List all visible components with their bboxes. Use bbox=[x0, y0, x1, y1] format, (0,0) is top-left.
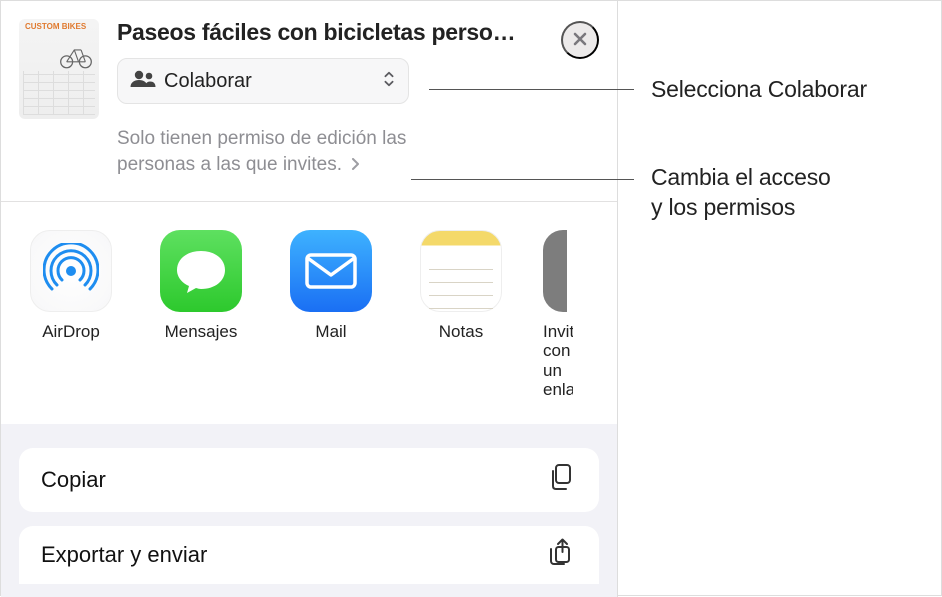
app-label: AirDrop bbox=[23, 322, 119, 342]
collaborate-dropdown[interactable]: Colaborar bbox=[117, 58, 409, 104]
app-label: Notas bbox=[413, 322, 509, 342]
action-copy[interactable]: Copiar bbox=[19, 448, 599, 512]
notes-icon bbox=[420, 230, 502, 312]
share-app-invite-link[interactable]: Invitar con un enlace bbox=[543, 230, 583, 400]
callout-change-access: Cambia el acceso y los permisos bbox=[651, 163, 831, 223]
share-apps-row: AirDrop Mensajes Mail bbox=[1, 202, 617, 400]
callout-line bbox=[411, 179, 634, 180]
link-icon bbox=[543, 230, 567, 312]
updown-chevron-icon bbox=[382, 70, 396, 93]
share-app-airdrop[interactable]: AirDrop bbox=[23, 230, 119, 400]
share-app-messages[interactable]: Mensajes bbox=[153, 230, 249, 400]
document-title: Paseos fáciles con bicicletas perso… bbox=[117, 19, 599, 46]
share-app-mail[interactable]: Mail bbox=[283, 230, 379, 400]
mail-icon bbox=[290, 230, 372, 312]
actions-list: Copiar Exportar y enviar bbox=[1, 424, 617, 597]
share-icon bbox=[547, 537, 577, 572]
chevron-right-icon bbox=[351, 152, 359, 178]
copy-icon bbox=[547, 462, 577, 497]
app-label: Mensajes bbox=[153, 322, 249, 342]
app-label: Mail bbox=[283, 322, 379, 342]
share-sheet: CUSTOM BIKES Paseos fáciles con biciclet… bbox=[1, 1, 618, 597]
app-label: Invitar con un enlace bbox=[543, 322, 573, 400]
permission-note[interactable]: Solo tienen permiso de edición las perso… bbox=[117, 126, 477, 179]
dropdown-label: Colaborar bbox=[164, 70, 382, 93]
action-label: Copiar bbox=[41, 467, 106, 493]
messages-icon bbox=[160, 230, 242, 312]
airdrop-icon bbox=[30, 230, 112, 312]
permission-text: Solo tienen permiso de edición las perso… bbox=[117, 128, 406, 175]
share-app-notes[interactable]: Notas bbox=[413, 230, 509, 400]
action-export[interactable]: Exportar y enviar bbox=[19, 526, 599, 584]
people-icon bbox=[130, 70, 156, 93]
action-label: Exportar y enviar bbox=[41, 542, 207, 568]
callout-line bbox=[429, 89, 634, 90]
callout-select-collaborate: Selecciona Colaborar bbox=[651, 75, 867, 105]
document-thumbnail: CUSTOM BIKES bbox=[19, 19, 99, 119]
